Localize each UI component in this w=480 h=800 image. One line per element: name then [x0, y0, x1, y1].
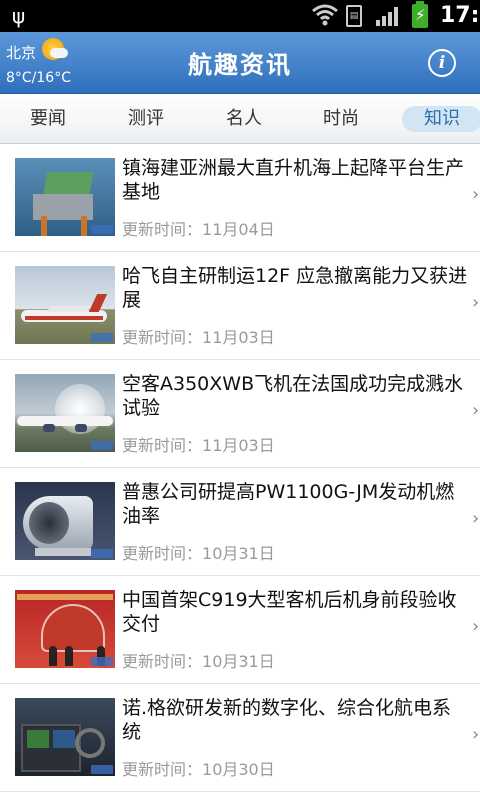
time-prefix: 更新时间： — [122, 328, 203, 347]
tab-label: 知识 — [424, 108, 460, 129]
news-thumbnail — [15, 590, 115, 668]
time-prefix: 更新时间： — [122, 760, 203, 779]
tab-mingren[interactable]: 名人 — [204, 94, 284, 144]
news-item[interactable]: 普惠公司研提高PW1100G-JM发动机燃油率 更新时间：10月31日 › — [0, 468, 480, 576]
news-title: 空客A350XWB飞机在法国成功完成溅水试验 — [122, 373, 464, 419]
news-title: 哈飞自主研制运12F 应急撤离能力又获进展 — [122, 265, 468, 311]
news-date: 10月31日 — [202, 544, 275, 563]
news-thumbnail — [15, 374, 115, 452]
chevron-right-icon: › — [472, 184, 480, 205]
time-prefix: 更新时间： — [122, 544, 203, 563]
news-update-time: 更新时间：11月03日 — [122, 324, 275, 348]
news-item[interactable]: 诺.格欲研发新的数字化、综合化航电系统 更新时间：10月30日 › — [0, 684, 480, 792]
chevron-right-icon: › — [472, 292, 480, 313]
charging-bolt-icon: ⚡ — [415, 6, 426, 24]
signal-icon — [376, 7, 398, 26]
news-date: 11月03日 — [202, 328, 275, 347]
chevron-right-icon: › — [472, 508, 480, 529]
status-bar: ψ ▤ ⚡ 17:1 — [0, 0, 480, 32]
status-clock: 17:1 — [440, 3, 480, 28]
news-title: 普惠公司研提高PW1100G-JM发动机燃油率 — [122, 481, 455, 527]
news-update-time: 更新时间：11月03日 — [122, 432, 275, 456]
tab-zhishi[interactable]: 知识 — [402, 94, 480, 144]
news-item[interactable]: 哈飞自主研制运12F 应急撤离能力又获进展 更新时间：11月03日 › — [0, 252, 480, 360]
news-thumbnail — [15, 698, 115, 776]
chevron-right-icon: › — [472, 616, 480, 637]
chevron-right-icon: › — [472, 400, 480, 421]
news-update-time: 更新时间：10月31日 — [122, 540, 275, 564]
info-button[interactable]: i — [428, 49, 456, 77]
tab-label: 测评 — [128, 108, 164, 129]
battery-icon: ⚡ — [412, 1, 428, 28]
usb-icon: ψ — [12, 4, 26, 28]
news-thumbnail — [15, 266, 115, 344]
news-title: 诺.格欲研发新的数字化、综合化航电系统 — [122, 697, 452, 743]
news-title: 镇海建亚洲最大直升机海上起降平台生产基地 — [122, 157, 465, 203]
chevron-right-icon: › — [472, 724, 480, 745]
news-item[interactable]: 镇海建亚洲最大直升机海上起降平台生产基地 更新时间：11月04日 › — [0, 144, 480, 252]
news-thumbnail — [15, 158, 115, 236]
tab-shishang[interactable]: 时尚 — [301, 94, 381, 144]
news-thumbnail — [15, 482, 115, 560]
news-date: 10月30日 — [202, 760, 275, 779]
tab-label: 时尚 — [323, 108, 359, 129]
news-update-time: 更新时间：11月04日 — [122, 216, 275, 240]
news-date: 11月03日 — [202, 436, 275, 455]
news-item[interactable]: 空客A350XWB飞机在法国成功完成溅水试验 更新时间：11月03日 › — [0, 360, 480, 468]
tab-yaowen[interactable]: 要闻 — [8, 94, 88, 144]
time-prefix: 更新时间： — [122, 220, 203, 239]
app-header: 北京 8°C/16°C 航趣资讯 i — [0, 32, 480, 94]
time-prefix: 更新时间： — [122, 436, 203, 455]
sim-icon: ▤ — [346, 5, 362, 27]
tab-ceping[interactable]: 测评 — [106, 94, 186, 144]
category-tabs: 要闻 测评 名人 时尚 知识 — [0, 94, 480, 144]
app-title: 航趣资讯 — [188, 51, 292, 79]
tab-label: 名人 — [226, 108, 262, 129]
news-update-time: 更新时间：10月30日 — [122, 756, 275, 780]
news-item[interactable]: 中国首架C919大型客机后机身前段验收交付 更新时间：10月31日 › — [0, 576, 480, 684]
news-date: 10月31日 — [202, 652, 275, 671]
time-prefix: 更新时间： — [122, 652, 203, 671]
tab-label: 要闻 — [30, 108, 66, 129]
news-list: 镇海建亚洲最大直升机海上起降平台生产基地 更新时间：11月04日 › 哈飞自主研… — [0, 144, 480, 800]
news-update-time: 更新时间：10月31日 — [122, 648, 275, 672]
news-title: 中国首架C919大型客机后机身前段验收交付 — [122, 589, 457, 635]
news-date: 11月04日 — [202, 220, 275, 239]
wifi-icon — [312, 4, 338, 26]
